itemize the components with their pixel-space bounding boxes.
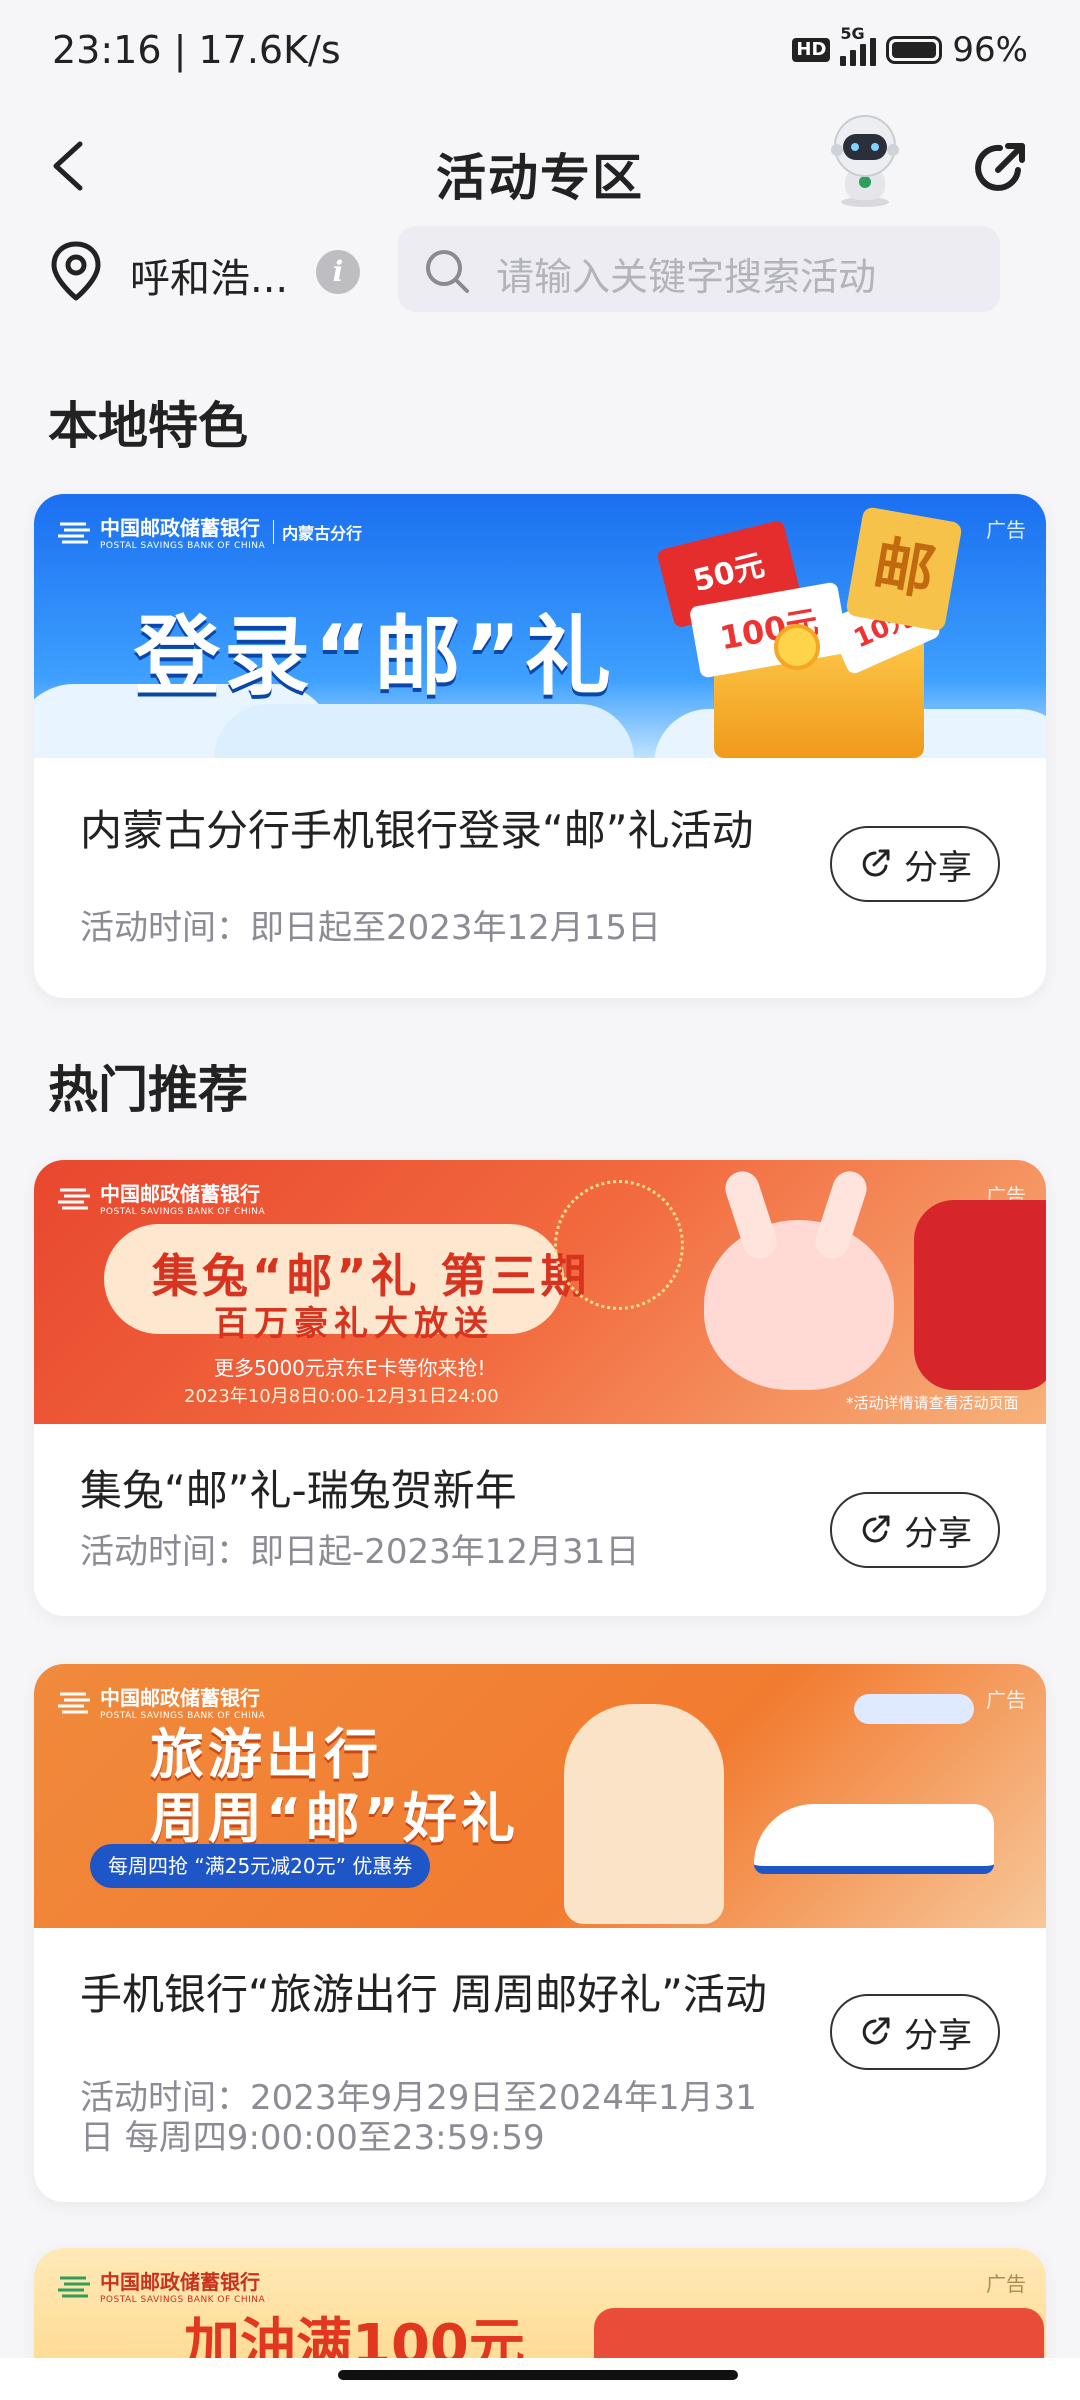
- banner-subheadline: 周周“邮”好礼: [150, 1787, 519, 1850]
- header: 活动专区: [0, 100, 1080, 230]
- hd-icon: HD: [792, 38, 831, 62]
- share-button[interactable]: 分享: [830, 1994, 1000, 2070]
- share-button[interactable]: 分享: [830, 1492, 1000, 1568]
- bank-logo-icon: [58, 1692, 90, 1713]
- share-icon[interactable]: [970, 138, 1030, 198]
- banner-headline: 登录“邮”礼: [134, 607, 616, 707]
- share-icon: [862, 2017, 890, 2045]
- banner-note: 更多5000元京东E卡等你来抢!: [214, 1356, 486, 1380]
- activity-title: 手机银行“旅游出行 周周邮好礼”活动: [80, 1970, 767, 2019]
- location-pin-icon[interactable]: [48, 240, 104, 302]
- page-title: 活动专区: [436, 149, 644, 207]
- envelope-badge: 邮: [845, 506, 963, 632]
- network-type: 5G: [840, 24, 865, 43]
- status-bar: 23:16 | 17.6K/s HD 5G 96%: [0, 0, 1080, 100]
- activity-title: 集兔“邮”礼-瑞兔贺新年: [80, 1466, 517, 1515]
- banner-subheadline: 百万豪礼大放送: [214, 1304, 494, 1344]
- bank-logo: 中国邮政储蓄银行 POSTAL SAVINGS BANK OF CHINA: [56, 1178, 265, 1217]
- activity-banner[interactable]: 中国邮政储蓄银行 POSTAL SAVINGS BANK OF CHINA 内蒙…: [34, 494, 1046, 758]
- activity-time: 活动时间：2023年9月29日至2024年1月31日 每周四9:00:00至23…: [80, 2078, 757, 2158]
- ad-label: 广告: [986, 2272, 1026, 2296]
- coin-icon: [774, 624, 820, 670]
- city-selector[interactable]: 呼和浩...: [130, 246, 288, 304]
- share-icon: [862, 1515, 890, 1543]
- status-right: HD 5G 96%: [792, 24, 1028, 70]
- status-left: 23:16 | 17.6K/s: [52, 28, 341, 72]
- section-title-hot: 热门推荐: [48, 1061, 248, 1119]
- section-title-local: 本地特色: [48, 397, 248, 455]
- share-icon: [862, 849, 890, 877]
- activity-title: 内蒙古分行手机银行登录“邮”礼活动: [80, 806, 754, 855]
- activity-banner[interactable]: 中国邮政储蓄银行 POSTAL SAVINGS BANK OF CHINA 广告…: [34, 1160, 1046, 1424]
- dragon-icon: [914, 1200, 1046, 1390]
- activity-card[interactable]: 中国邮政储蓄银行 POSTAL SAVINGS BANK OF CHINA 广告…: [34, 1664, 1046, 2202]
- banner-coupon: 每周四抢 “满25元减20元” 优惠券: [90, 1844, 431, 1888]
- activity-time: 活动时间：即日起-2023年12月31日: [80, 1532, 640, 1572]
- travelers-illustration: [564, 1704, 724, 1924]
- search-input[interactable]: 请输入关键字搜索活动: [496, 246, 876, 301]
- activity-card[interactable]: 中国邮政储蓄银行 POSTAL SAVINGS BANK OF CHINA 广告…: [34, 1160, 1046, 1616]
- share-button[interactable]: 分享: [830, 826, 1000, 902]
- battery-icon: [886, 36, 943, 64]
- info-icon[interactable]: i: [316, 250, 360, 294]
- plane-icon: [854, 1694, 974, 1724]
- bank-logo-icon: [58, 1188, 90, 1209]
- rabbit-mascot-icon: [704, 1220, 894, 1390]
- signal-icon: 5G: [840, 24, 877, 66]
- train-icon: [754, 1804, 994, 1874]
- bank-logo: 中国邮政储蓄银行 POSTAL SAVINGS BANK OF CHINA 内蒙…: [56, 512, 362, 551]
- location-search-row: 呼和浩... i 请输入关键字搜索活动: [0, 226, 1080, 316]
- bank-logo-icon: [58, 522, 90, 543]
- banner-date: 2023年10月8日0:00-12月31日24:00: [184, 1386, 499, 1407]
- activity-card[interactable]: 中国邮政储蓄银行 POSTAL SAVINGS BANK OF CHINA 内蒙…: [34, 494, 1046, 998]
- banner-disclaimer: *活动详情请查看活动页面: [846, 1394, 1019, 1412]
- activity-banner[interactable]: 中国邮政储蓄银行 POSTAL SAVINGS BANK OF CHINA 广告…: [34, 1664, 1046, 1928]
- ad-label: 广告: [986, 1688, 1026, 1712]
- battery-level: 96%: [952, 30, 1028, 70]
- search-box[interactable]: 请输入关键字搜索活动: [398, 226, 1000, 312]
- ad-label: 广告: [986, 518, 1026, 542]
- robot-assistant-icon[interactable]: [815, 110, 915, 210]
- status-time: 23:16: [52, 28, 162, 72]
- bank-logo-icon: [58, 2276, 90, 2297]
- home-indicator[interactable]: [338, 2370, 738, 2380]
- network-speed: 17.6K/s: [198, 28, 341, 72]
- activity-time: 活动时间：即日起至2023年12月15日: [80, 908, 662, 948]
- search-icon: [426, 250, 469, 293]
- firework-icon: [554, 1180, 684, 1310]
